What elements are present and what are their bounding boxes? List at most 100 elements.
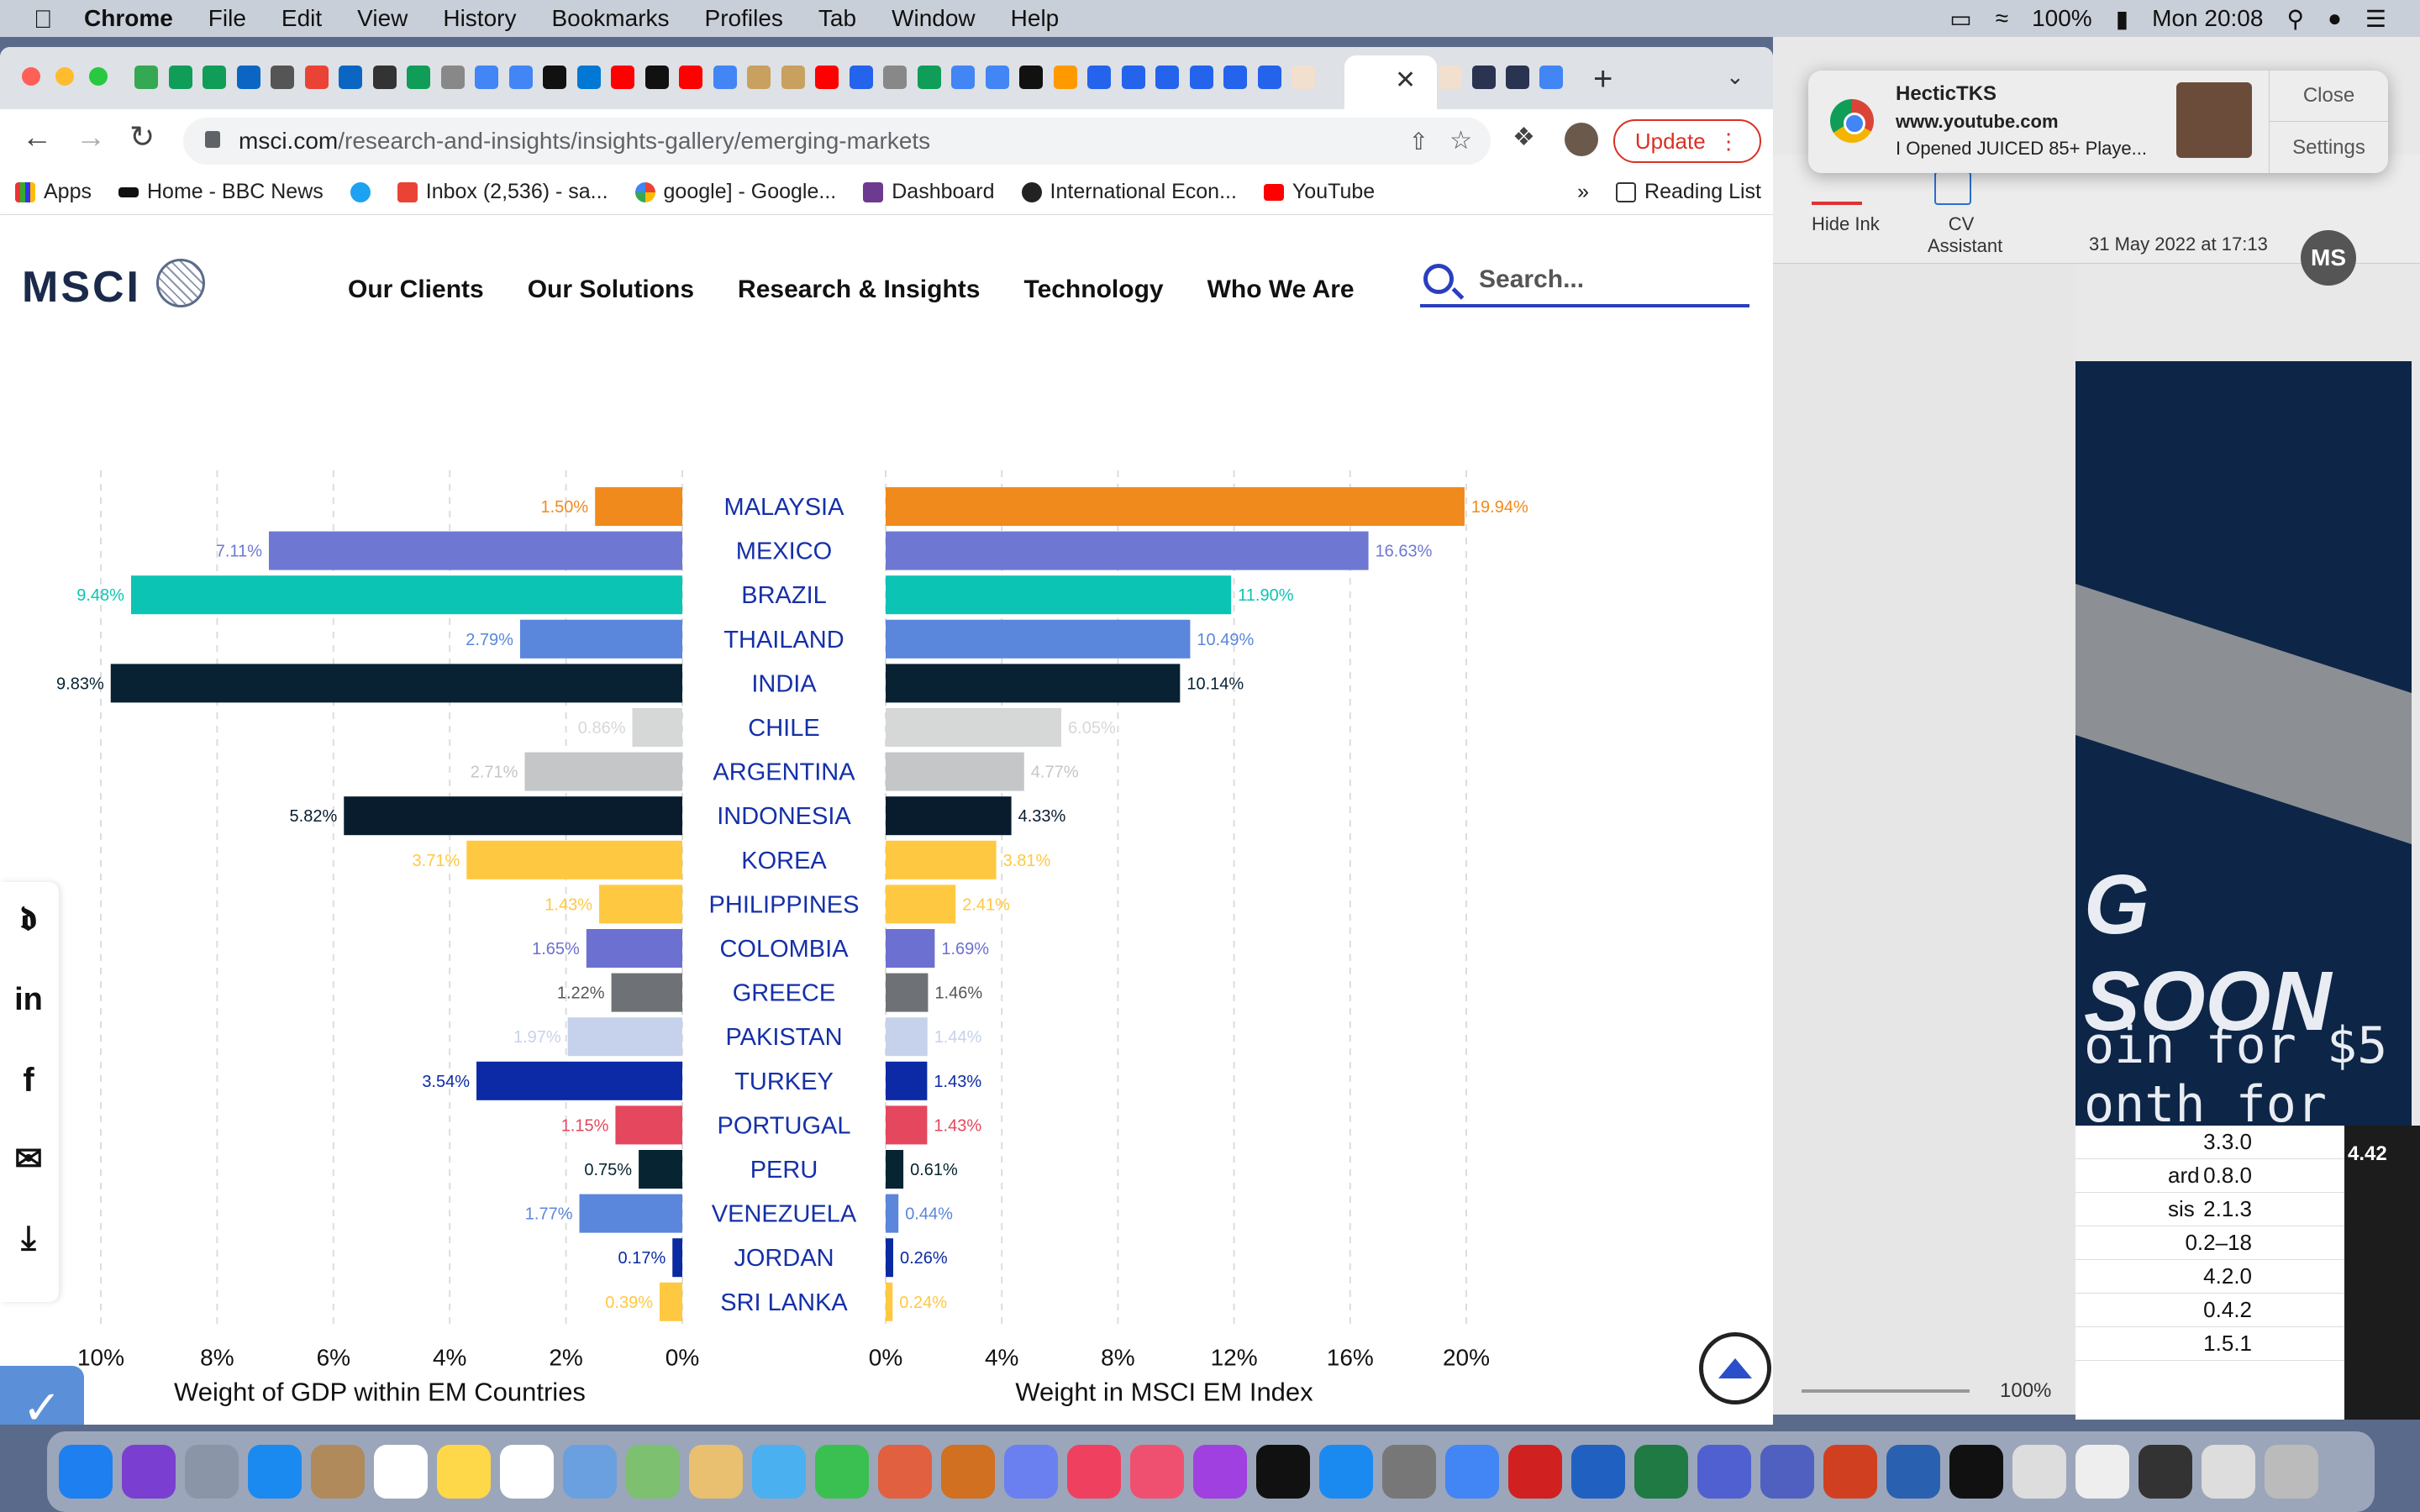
dock-app-icon[interactable] bbox=[1697, 1445, 1751, 1499]
tab-favicon[interactable] bbox=[815, 66, 839, 89]
bar-msci-weight[interactable] bbox=[886, 619, 1191, 659]
dock-app-icon[interactable] bbox=[122, 1445, 176, 1499]
tab-favicon[interactable] bbox=[134, 66, 158, 89]
dock-app-icon[interactable] bbox=[500, 1445, 554, 1499]
profile-avatar[interactable] bbox=[1565, 123, 1598, 156]
nav-research-insights[interactable]: Research & Insights bbox=[738, 276, 980, 304]
bar-msci-weight[interactable] bbox=[886, 929, 935, 968]
dock-app-icon[interactable] bbox=[59, 1445, 113, 1499]
menu-history[interactable]: History bbox=[443, 5, 516, 32]
bar-msci-weight[interactable] bbox=[886, 1194, 899, 1233]
tab-favicon[interactable] bbox=[1539, 66, 1563, 89]
dock-app-icon[interactable] bbox=[689, 1445, 743, 1499]
bar-gdp-weight[interactable] bbox=[519, 619, 682, 659]
dock-app-icon[interactable] bbox=[2075, 1445, 2129, 1499]
bookmark-bbc[interactable]: Home - BBC News bbox=[118, 180, 324, 204]
bar-msci-weight[interactable] bbox=[886, 575, 1232, 615]
avatar[interactable]: MS bbox=[2301, 230, 2356, 286]
dock-app-icon[interactable] bbox=[185, 1445, 239, 1499]
dock-app-icon[interactable] bbox=[1004, 1445, 1058, 1499]
reading-list[interactable]: Reading List bbox=[1616, 180, 1761, 204]
tab-favicon[interactable] bbox=[1439, 66, 1462, 89]
tab-favicon[interactable] bbox=[985, 66, 1009, 89]
tab-favicon[interactable] bbox=[1472, 66, 1496, 89]
new-tab-button[interactable]: + bbox=[1593, 60, 1612, 98]
bar-msci-weight[interactable] bbox=[886, 1105, 928, 1145]
dock-app-icon[interactable] bbox=[311, 1445, 365, 1499]
tab-favicon[interactable] bbox=[372, 66, 397, 89]
menu-edit[interactable]: Edit bbox=[281, 5, 322, 32]
bar-gdp-weight[interactable] bbox=[466, 840, 682, 879]
back-icon[interactable]: ← bbox=[22, 119, 52, 155]
menu-bookmarks[interactable]: Bookmarks bbox=[551, 5, 669, 32]
bar-gdp-weight[interactable] bbox=[615, 1105, 682, 1145]
bookmark-twitter[interactable] bbox=[350, 181, 371, 202]
menu-help[interactable]: Help bbox=[1011, 5, 1060, 32]
share-icon[interactable]: ⇧ bbox=[1409, 128, 1428, 155]
bar-msci-weight[interactable] bbox=[886, 1061, 928, 1100]
reload-icon[interactable]: ↻ bbox=[129, 119, 155, 155]
bar-gdp-weight[interactable] bbox=[110, 664, 682, 703]
dock-app-icon[interactable] bbox=[878, 1445, 932, 1499]
dock-app-icon[interactable] bbox=[1760, 1445, 1814, 1499]
tab-favicon[interactable] bbox=[1292, 66, 1315, 89]
notification-banner[interactable]: HecticTKS www.youtube.com I Opened JUICE… bbox=[1808, 71, 2388, 173]
nav-technology[interactable]: Technology bbox=[1023, 276, 1163, 304]
battery-icon[interactable]: ▮ bbox=[2116, 5, 2128, 33]
tab-favicon[interactable] bbox=[440, 66, 465, 89]
dock-app-icon[interactable] bbox=[1445, 1445, 1499, 1499]
dock-app-icon[interactable] bbox=[815, 1445, 869, 1499]
menu-file[interactable]: File bbox=[208, 5, 246, 32]
bar-gdp-weight[interactable] bbox=[632, 708, 682, 747]
tab-favicon[interactable] bbox=[1155, 66, 1179, 89]
dock-app-icon[interactable] bbox=[1256, 1445, 1310, 1499]
dock-app-icon[interactable] bbox=[2202, 1445, 2255, 1499]
email-share-icon[interactable]: ✉ bbox=[8, 1139, 49, 1179]
siri-icon[interactable]: ● bbox=[2328, 5, 2342, 32]
bar-msci-weight[interactable] bbox=[886, 885, 956, 924]
tab-active[interactable] bbox=[1344, 55, 1437, 109]
nav-who-we-are[interactable]: Who We Are bbox=[1207, 276, 1355, 304]
dock-app-icon[interactable] bbox=[2265, 1445, 2318, 1499]
dock-app-icon[interactable] bbox=[941, 1445, 995, 1499]
bookmark-dashboard[interactable]: Dashboard bbox=[863, 180, 995, 204]
facebook-share-icon[interactable]: f bbox=[8, 1060, 49, 1100]
lock-icon[interactable] bbox=[205, 131, 220, 148]
tab-favicon[interactable] bbox=[576, 66, 601, 89]
notification-close-button[interactable]: Close bbox=[2269, 71, 2388, 122]
bar-gdp-weight[interactable] bbox=[524, 752, 682, 791]
bar-msci-weight[interactable] bbox=[886, 973, 929, 1012]
dock-app-icon[interactable] bbox=[1949, 1445, 2003, 1499]
menu-window[interactable]: Window bbox=[892, 5, 976, 32]
bar-gdp-weight[interactable] bbox=[595, 487, 682, 526]
update-button[interactable]: Update ⋮ bbox=[1613, 119, 1761, 163]
tab-favicon[interactable] bbox=[475, 66, 498, 89]
bookmark-youtube[interactable]: YouTube bbox=[1263, 180, 1375, 204]
tab-favicon[interactable] bbox=[1087, 66, 1111, 89]
scroll-to-top-button[interactable] bbox=[1699, 1332, 1771, 1404]
dock-app-icon[interactable] bbox=[563, 1445, 617, 1499]
dock-app-icon[interactable] bbox=[437, 1445, 491, 1499]
tab-favicon[interactable] bbox=[1506, 66, 1529, 89]
bar-msci-weight[interactable] bbox=[886, 840, 997, 879]
address-bar[interactable]: msci.com/research-and-insights/insights-… bbox=[183, 118, 1491, 165]
menu-profiles[interactable]: Profiles bbox=[705, 5, 783, 32]
tab-favicon[interactable] bbox=[508, 66, 533, 89]
shield-check-icon[interactable]: ✓ bbox=[0, 1366, 84, 1425]
hide-ink-button[interactable]: Hide Ink bbox=[1812, 213, 1880, 235]
bar-gdp-weight[interactable] bbox=[268, 531, 682, 570]
tab-favicon[interactable] bbox=[1121, 66, 1145, 89]
dock-app-icon[interactable] bbox=[248, 1445, 302, 1499]
extensions-icon[interactable]: ❖ bbox=[1512, 123, 1535, 152]
bar-gdp-weight[interactable] bbox=[611, 973, 682, 1012]
tab-favicon[interactable] bbox=[203, 66, 226, 89]
bar-gdp-weight[interactable] bbox=[130, 575, 682, 615]
bar-msci-weight[interactable] bbox=[886, 708, 1062, 747]
table-row[interactable]: 0.2–18 bbox=[2075, 1226, 2344, 1260]
close-window-button[interactable] bbox=[22, 67, 40, 86]
bookmark-intl-econ[interactable]: International Econ... bbox=[1021, 180, 1237, 204]
bar-gdp-weight[interactable] bbox=[567, 1017, 682, 1057]
close-tab-icon[interactable]: ✕ bbox=[1395, 66, 1416, 95]
tab-favicon[interactable] bbox=[917, 66, 941, 89]
twitter-share-icon[interactable]: 𝖉 bbox=[8, 899, 49, 939]
